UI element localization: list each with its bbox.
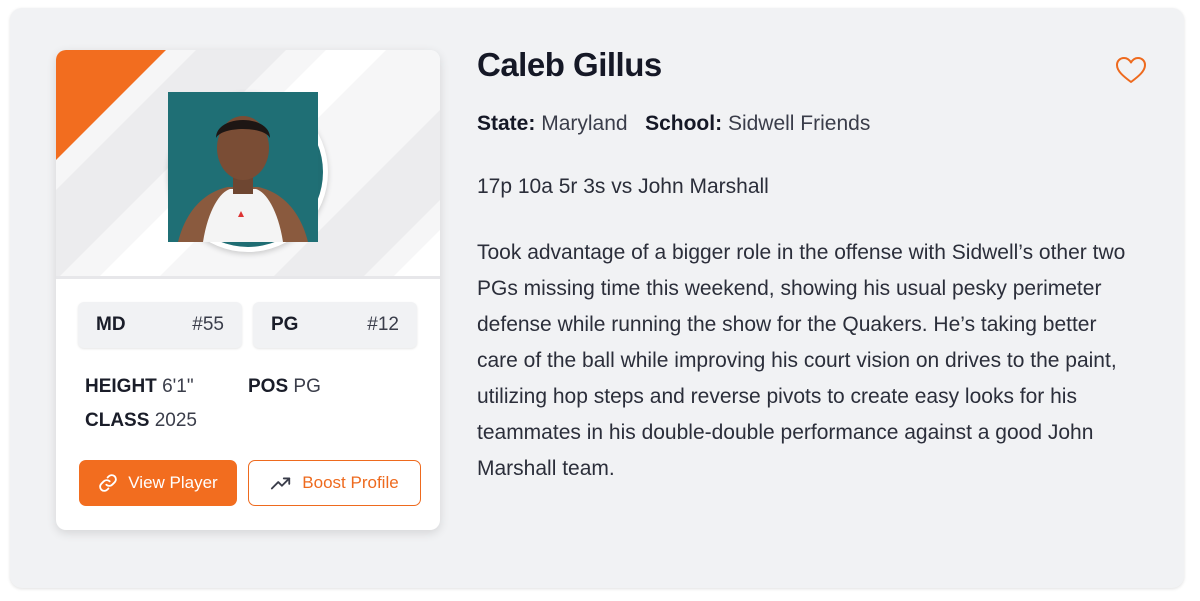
heart-icon[interactable] [1115,56,1147,84]
card-hero [56,50,440,276]
pos-value: PG [293,376,321,397]
player-name: Caleb Gillus [477,46,662,83]
player-card: MD #55 PG #12 HEIGHT 6'1" POS PG CLASS 2… [56,50,440,530]
boost-profile-label: Boost Profile [302,473,399,492]
link-icon [99,474,118,492]
tag-key: MD [96,314,126,335]
view-player-button[interactable]: View Player [79,460,237,506]
school-value: Sidwell Friends [727,112,871,135]
tag-value: #12 [367,314,399,335]
height-label: HEIGHT [85,376,157,397]
hero-divider [56,276,440,279]
class-value: 2025 [154,410,197,431]
pos-stat: POS PG [248,376,321,398]
height-stat: HEIGHT 6'1" [85,376,194,398]
state-value: Maryland [541,112,628,135]
player-meta: State: Maryland School: Sidwell Friends [477,112,870,136]
player-avatar [168,92,328,252]
position-rank-tag: PG #12 [253,302,417,348]
view-player-label: View Player [128,473,218,492]
class-label: CLASS [85,410,150,431]
pos-label: POS [248,376,289,397]
school-label: School: [645,112,723,135]
player-photo [168,92,323,247]
tag-key: PG [271,314,299,335]
boost-profile-button[interactable]: Boost Profile [248,460,421,506]
state-jersey-tag: MD #55 [78,302,242,348]
game-statline: 17p 10a 5r 3s vs John Marshall [477,175,769,198]
tag-value: #55 [192,314,224,335]
state-label: State: [477,112,536,135]
scouting-description: Took advantage of a bigger role in the o… [477,241,1126,480]
height-value: 6'1" [162,376,194,397]
class-stat: CLASS 2025 [85,410,197,432]
trending-up-icon [271,477,291,490]
